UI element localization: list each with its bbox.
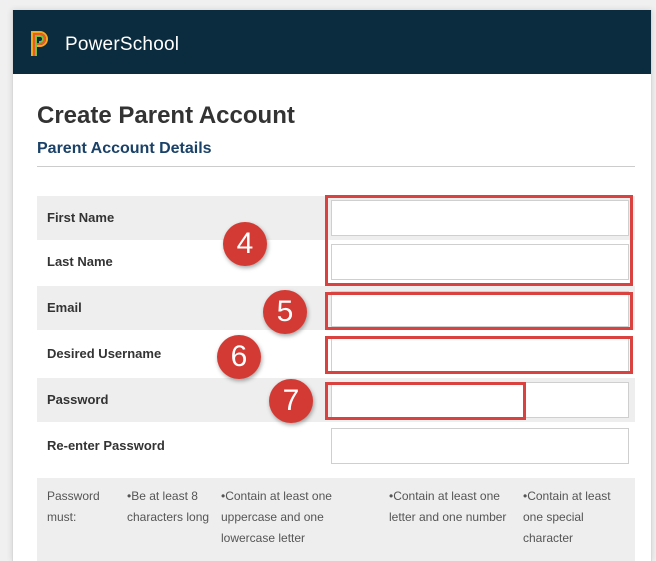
password-field-highlight [325, 382, 526, 420]
username-label: Desired Username [47, 346, 162, 361]
reenter-password-label: Re-enter Password [47, 438, 165, 453]
browser-frame: PowerSchool Create Parent Account Parent… [12, 10, 652, 561]
first-name-label: First Name [47, 210, 115, 225]
password-rule-case: •Contain at least one uppercase and one … [221, 489, 332, 545]
last-name-label: Last Name [47, 254, 113, 269]
password-requirements: Password must: •Be at least 8 characters… [37, 478, 635, 561]
password-rule-number: •Contain at least one letter and one num… [389, 489, 507, 524]
step-badge-6: 6 [217, 335, 261, 379]
username-field-highlight [325, 336, 633, 374]
password-rule-length: •Be at least 8 characters long [127, 489, 210, 524]
email-field-highlight [325, 292, 633, 330]
step-badge-5: 5 [263, 290, 307, 334]
powerschool-logo-icon [31, 31, 48, 56]
section-title: Parent Account Details [37, 140, 212, 157]
step-badge-4: 4 [223, 222, 267, 266]
step-badge-7: 7 [269, 379, 313, 423]
section-divider [37, 166, 635, 167]
top-bar: PowerSchool [13, 10, 651, 74]
reenter-password-input[interactable] [331, 428, 629, 464]
password-label: Password [47, 392, 109, 407]
password-rules-label: Password must: [47, 489, 100, 524]
page-title: Create Parent Account [37, 102, 295, 129]
password-rule-special: •Contain at least one special character [523, 489, 611, 545]
brand-name: PowerSchool [65, 34, 180, 55]
email-label: Email [47, 300, 82, 315]
name-fields-highlight [325, 195, 633, 286]
